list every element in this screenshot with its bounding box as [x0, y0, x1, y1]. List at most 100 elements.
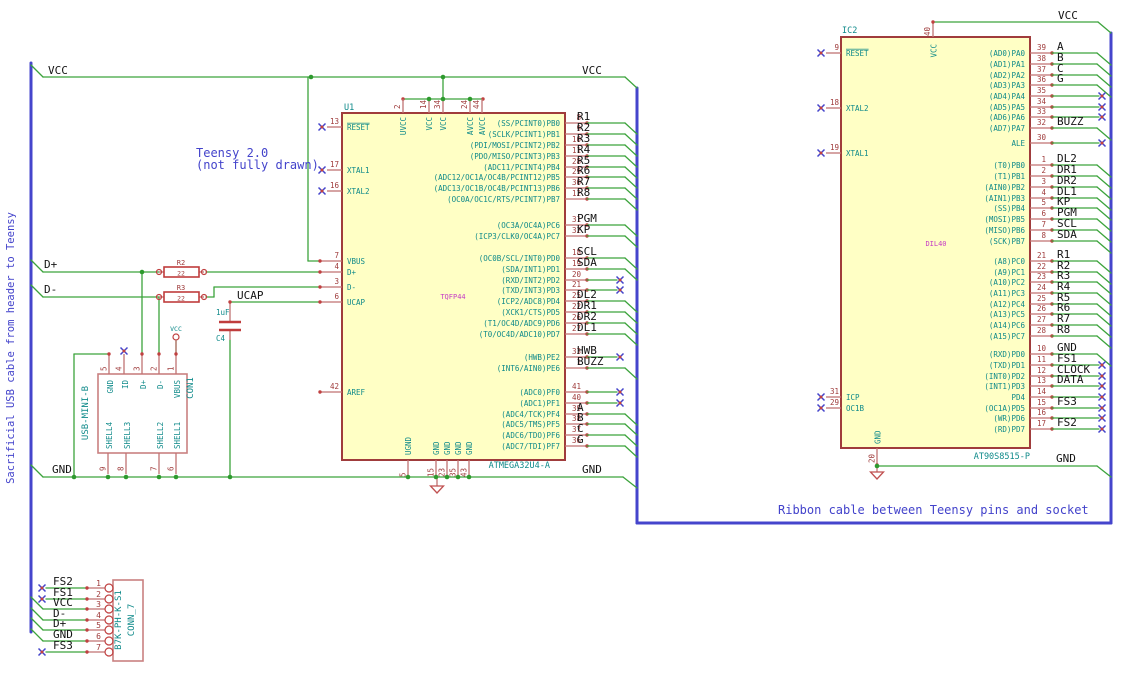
circle: [40, 650, 44, 654]
pin-name: PD4: [1011, 393, 1025, 402]
net-label-gnd-mid[interactable]: GND: [582, 463, 602, 476]
left-ic-ref: U1: [344, 103, 354, 113]
pin-name: (AD4)PA4: [989, 92, 1026, 101]
net-label-ucap[interactable]: UCAP: [237, 289, 264, 302]
net-label-BUZZ[interactable]: BUZZ: [1057, 115, 1084, 128]
pin-number: 14: [419, 99, 428, 109]
note-ribbon-cable[interactable]: Ribbon cable between Teensy pins and soc…: [778, 503, 1089, 517]
usb-connector-value: USB-MINI-B: [81, 386, 91, 440]
pin-name: (INT6/AIN0)PE6: [497, 364, 561, 373]
pin-number: 14: [1037, 387, 1047, 396]
pin-number: 1: [96, 579, 101, 588]
pin-name: (ADC7/TDI)PF7: [501, 442, 560, 451]
junction-dot: [466, 474, 472, 480]
pin-name: (T0)PB0: [993, 161, 1025, 170]
pin-number: 2: [1041, 166, 1046, 175]
pin-name: D+: [139, 380, 148, 390]
pin-number: 6: [96, 632, 101, 641]
circle: [1100, 105, 1104, 109]
pin-name: OC1B: [846, 404, 865, 413]
pin-name: (AIN0)PB2: [984, 183, 1025, 192]
pin-name: SHELL4: [105, 421, 114, 449]
pin-name: (INT0)PD2: [984, 372, 1025, 381]
junction-dot: [123, 474, 129, 480]
pin-number: 35: [1037, 86, 1046, 95]
header-connector-ref: CONN_7: [127, 604, 137, 637]
pin-end-dot: [157, 352, 161, 356]
pin-number: 2: [96, 590, 101, 599]
net-label-DATA[interactable]: DATA: [1057, 373, 1084, 386]
junction-dot: [467, 96, 473, 102]
circle: [1100, 363, 1104, 367]
pin-number: 36: [1037, 75, 1047, 84]
net-label-SDA[interactable]: SDA: [577, 256, 597, 269]
net-label-vcc-left[interactable]: VCC: [48, 64, 68, 77]
pin-name: (AD7)PA7: [989, 124, 1025, 133]
net-label-KP[interactable]: KP: [577, 223, 591, 236]
pin-number: 6: [334, 292, 339, 301]
pin-number: 25: [1037, 294, 1046, 303]
pin-number: 12: [1037, 366, 1046, 375]
resistor-r2-ref: R2: [177, 259, 185, 267]
pin-name: (SCLK/PCINT1)PB1: [488, 130, 560, 139]
net-label-gnd-right[interactable]: GND: [1056, 452, 1076, 465]
pin-name: GND: [432, 441, 441, 455]
pin-number: 18: [830, 98, 840, 107]
pin-name: VBUS: [347, 257, 366, 266]
net-label-FS2[interactable]: FS2: [1057, 416, 1077, 429]
pin-name: (HWB)PE2: [524, 353, 560, 362]
pin-name: SHELL1: [173, 422, 182, 449]
header-connector-value: B7K-PH-K-S1: [114, 590, 124, 650]
junction-dot: [139, 269, 145, 275]
pin-name: (A15)PC7: [989, 332, 1025, 341]
pin-number: 13: [1037, 376, 1046, 385]
net-label-R8[interactable]: R8: [1057, 323, 1070, 336]
pin-number: 5: [1041, 198, 1046, 207]
pin-number: 27: [1037, 315, 1046, 324]
pin-number: 22: [1037, 262, 1046, 271]
net-label-FS3[interactable]: FS3: [1057, 395, 1077, 408]
net-label-vcc-right[interactable]: VCC: [1058, 9, 1078, 22]
net-label-FS3[interactable]: FS3: [53, 639, 73, 652]
schematic-page: U1 ATMEGA32U4-A TQFP44 IC2 AT90S8515-P D…: [0, 0, 1131, 690]
net-label-BUZZ[interactable]: BUZZ: [577, 355, 604, 368]
pin-end-dot: [318, 300, 322, 304]
pin-number: 6: [167, 466, 176, 471]
junction-dot: [173, 474, 179, 480]
schematic-canvas[interactable]: U1 ATMEGA32U4-A TQFP44 IC2 AT90S8515-P D…: [0, 0, 1131, 690]
pin-name: (AD2)PA2: [989, 71, 1025, 80]
pin-number: 20: [868, 453, 877, 463]
net-label-dplus[interactable]: D+: [44, 258, 58, 271]
pin-name: (SDA/INT1)PD1: [501, 265, 560, 274]
pin-name: VCC: [930, 44, 939, 58]
pin-end-dot: [318, 270, 322, 274]
circle: [40, 597, 44, 601]
pin-end-dot: [931, 20, 935, 24]
pin-number: 15: [1037, 398, 1046, 407]
pin-name: (AD3)PA3: [989, 81, 1025, 90]
net-label-gnd-left[interactable]: GND: [52, 463, 72, 476]
pin-name: (RXD/INT2)PD2: [501, 276, 560, 285]
pin-name: (ADC12/OC1A/OC4B/PCINT12)PB5: [434, 173, 560, 182]
pin-name: (OC0B/SCL/INT0)PD0: [479, 254, 561, 263]
pin-name: (T1/OC4D/ADC9)PD6: [483, 319, 560, 328]
circle: [1100, 395, 1104, 399]
note-usb-cable[interactable]: Sacrificial USB cable from header to Tee…: [5, 212, 17, 484]
net-label-G[interactable]: G: [1057, 72, 1064, 85]
net-label-G[interactable]: G: [577, 433, 584, 446]
pin-name: (AD0)PA0: [989, 49, 1026, 58]
note-teensy-line2[interactable]: (not fully drawn): [196, 158, 319, 172]
net-label-DL1[interactable]: DL1: [577, 321, 597, 334]
net-label-SDA[interactable]: SDA: [1057, 228, 1077, 241]
net-label-R8[interactable]: R8: [577, 186, 590, 199]
net-label-vcc-mid[interactable]: VCC: [582, 64, 602, 77]
pin-name: UCAP: [347, 298, 366, 307]
pin-name: (T1)PB1: [993, 172, 1025, 181]
resistor-r3-ref: R3: [177, 284, 185, 292]
pin-end-dot: [174, 352, 178, 356]
circle: [618, 278, 622, 282]
pin-number: 17: [330, 160, 339, 169]
pin-name: (RD)PD7: [993, 425, 1025, 434]
net-label-dminus[interactable]: D-: [44, 283, 57, 296]
left-ic-value: ATMEGA32U4-A: [489, 461, 550, 471]
